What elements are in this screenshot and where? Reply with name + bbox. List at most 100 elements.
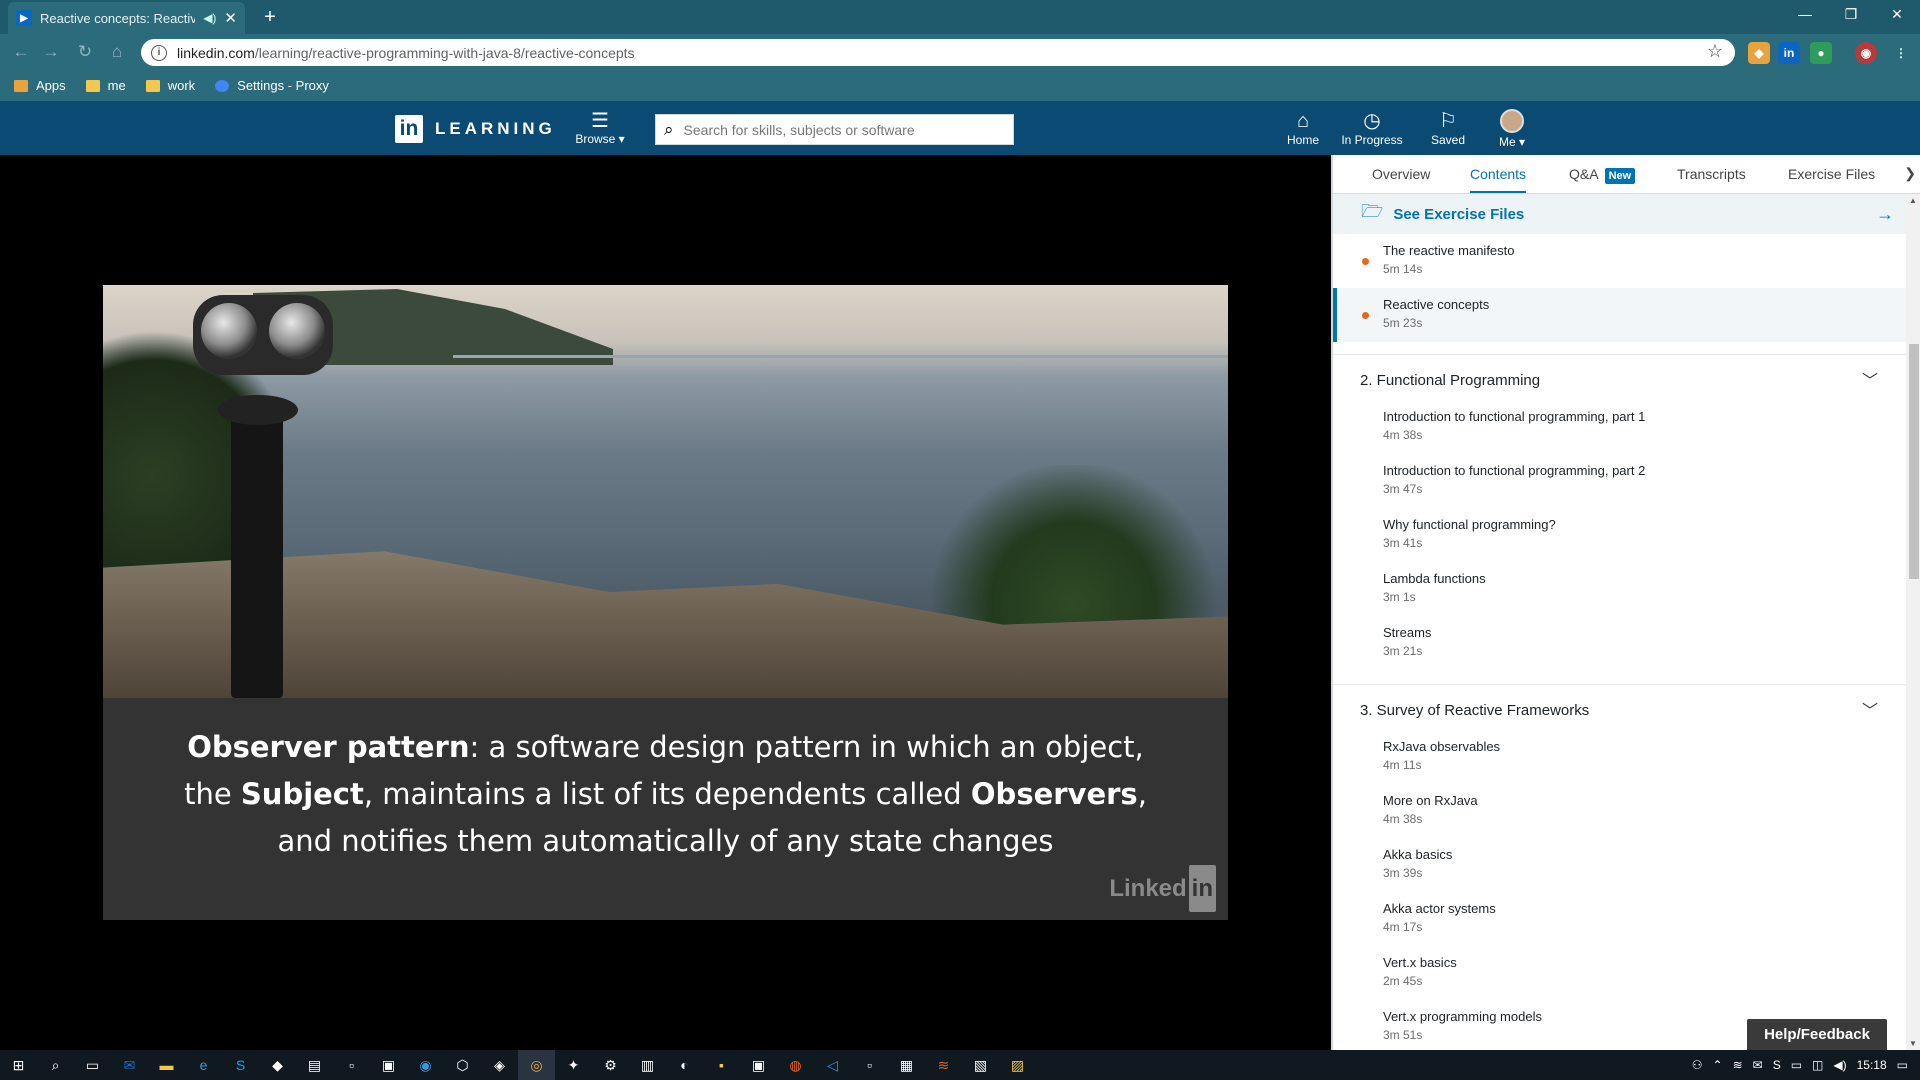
list-item-current[interactable]: Reactive concepts 5m 23s xyxy=(1333,288,1906,342)
nav-me[interactable]: Me ▾ xyxy=(1490,109,1534,149)
app-icon[interactable]: ⚙ xyxy=(592,1050,629,1080)
nav-in-progress[interactable]: ◷ In Progress xyxy=(1340,109,1404,147)
outlook-tray-icon[interactable]: ✉ xyxy=(1753,1058,1763,1072)
extension-icon[interactable]: ◆ xyxy=(1748,42,1770,64)
list-item[interactable]: Introduction to functional programming, … xyxy=(1333,400,1906,454)
app-icon[interactable]: ◍ xyxy=(777,1050,814,1080)
skype-tray-icon[interactable]: S xyxy=(1773,1058,1781,1072)
terminal-icon[interactable]: ▤ xyxy=(296,1050,333,1080)
item-title: Lambda functions xyxy=(1383,571,1486,586)
edge-icon[interactable]: e xyxy=(185,1050,222,1080)
sticky-notes-icon[interactable]: ▪ xyxy=(703,1050,740,1080)
scrollbar-thumb[interactable] xyxy=(1909,344,1919,579)
bookmark-star-icon[interactable]: ☆ xyxy=(1707,41,1723,62)
profile-extension-icon[interactable]: ◉ xyxy=(1855,42,1877,64)
list-item[interactable]: More on RxJava 4m 38s xyxy=(1333,784,1906,838)
list-item[interactable]: Introduction to functional programming, … xyxy=(1333,454,1906,508)
app-icon[interactable]: ✦ xyxy=(555,1050,592,1080)
new-tab-button[interactable]: + xyxy=(258,6,282,28)
chrome-icon[interactable]: ◎ xyxy=(518,1050,555,1080)
task-view-icon[interactable]: ▭ xyxy=(74,1050,111,1080)
battery-icon[interactable]: ▭ xyxy=(1791,1058,1802,1072)
taskbar-search-icon[interactable]: ⌕ xyxy=(37,1050,74,1080)
intellij-icon[interactable]: ▣ xyxy=(370,1050,407,1080)
list-item[interactable]: Vert.x basics 2m 45s xyxy=(1333,946,1906,1000)
app-icon[interactable]: ▫ xyxy=(851,1050,888,1080)
app-icon[interactable]: ◈ xyxy=(481,1050,518,1080)
menu-icon[interactable]: ⋮ xyxy=(1890,42,1912,64)
skype-icon[interactable]: S xyxy=(222,1050,259,1080)
extension-badge-icon[interactable]: ● xyxy=(1810,42,1832,64)
clock[interactable]: 15:18 xyxy=(1857,1058,1887,1072)
app-icon[interactable]: ▥ xyxy=(629,1050,666,1080)
volume-icon[interactable]: ◀) xyxy=(1833,1058,1846,1072)
minimize-icon[interactable]: — xyxy=(1782,0,1828,30)
section-header[interactable]: 2. Functional Programming ﹀ xyxy=(1333,354,1906,400)
app-icon[interactable]: ◉ xyxy=(407,1050,444,1080)
notifications-icon[interactable]: ▭ xyxy=(1897,1058,1908,1072)
app-icon[interactable]: ◆ xyxy=(259,1050,296,1080)
list-item[interactable]: RxJava observables 4m 11s xyxy=(1333,730,1906,784)
app-icon[interactable]: ⬡ xyxy=(444,1050,481,1080)
chevron-down-icon[interactable]: ﹀ xyxy=(1862,367,1878,391)
nav-saved[interactable]: ⚐ Saved xyxy=(1425,109,1471,147)
scrollbar[interactable]: ▲ ▼ xyxy=(1906,194,1920,1050)
outlook-icon[interactable]: ✉ xyxy=(111,1050,148,1080)
list-item[interactable]: Akka basics 3m 39s xyxy=(1333,838,1906,892)
list-item[interactable]: Streams 3m 21s xyxy=(1333,616,1906,670)
close-tab-icon[interactable]: ✕ xyxy=(224,9,237,27)
people-icon[interactable]: ⚇ xyxy=(1692,1058,1703,1072)
vscode-icon[interactable]: ◁ xyxy=(814,1050,851,1080)
nav-home[interactable]: ⌂ Home xyxy=(1278,109,1328,147)
reload-icon[interactable]: ↻ xyxy=(74,42,96,62)
tab-qa[interactable]: Q&A New xyxy=(1569,166,1636,184)
section-header[interactable]: 3. Survey of Reactive Frameworks ﹀ xyxy=(1333,684,1906,730)
app-icon[interactable]: ▣ xyxy=(740,1050,777,1080)
list-item[interactable]: Lambda functions 3m 1s xyxy=(1333,562,1906,616)
forward-icon[interactable]: → xyxy=(40,42,62,62)
bookmark-settings-proxy[interactable]: Settings - Proxy xyxy=(215,78,329,93)
tab-contents[interactable]: Contents xyxy=(1470,166,1527,193)
restore-icon[interactable]: ❐ xyxy=(1828,0,1874,30)
linkedin-learning-logo[interactable]: in LEARNING xyxy=(395,115,556,143)
video-player[interactable]: Observer pattern: a software design patt… xyxy=(103,285,1228,920)
bookmark-label: work xyxy=(167,78,196,93)
list-item[interactable]: Why functional programming? 3m 41s xyxy=(1333,508,1906,562)
scroll-up-icon[interactable]: ▲ xyxy=(1909,196,1917,205)
address-bar[interactable]: i linkedin.com/learning/reactive-program… xyxy=(141,39,1735,66)
horizon-shape xyxy=(453,355,1228,358)
home-browser-icon[interactable]: ⌂ xyxy=(106,42,128,62)
linkedin-extension-icon[interactable]: in xyxy=(1778,42,1800,64)
site-info-icon[interactable]: i xyxy=(151,44,167,61)
app-icon[interactable]: ▧ xyxy=(962,1050,999,1080)
list-item[interactable]: Akka actor systems 4m 17s xyxy=(1333,892,1906,946)
see-exercise-files-link[interactable]: 🗁 See Exercise Files → xyxy=(1333,194,1906,234)
audio-icon[interactable]: ◀) xyxy=(203,11,216,25)
network-icon[interactable]: ◫ xyxy=(1812,1058,1823,1072)
help-feedback-button[interactable]: Help/Feedback xyxy=(1747,1019,1887,1050)
file-explorer-icon[interactable]: ▬ xyxy=(148,1050,185,1080)
tab-overview[interactable]: Overview xyxy=(1372,166,1430,182)
window-close-icon[interactable]: ✕ xyxy=(1874,0,1920,30)
scroll-down-icon[interactable]: ▼ xyxy=(1909,1039,1917,1048)
app-icon[interactable]: ▫ xyxy=(333,1050,370,1080)
back-icon[interactable]: ← xyxy=(10,42,32,62)
app-icon[interactable]: ◐ xyxy=(666,1050,703,1080)
search-input[interactable]: ⌕ Search for skills, subjects or softwar… xyxy=(655,114,1014,145)
chevron-down-icon[interactable]: ﹀ xyxy=(1862,697,1878,721)
app-icon[interactable]: ▦ xyxy=(888,1050,925,1080)
tab-transcripts[interactable]: Transcripts xyxy=(1677,166,1746,182)
bookmark-me[interactable]: me xyxy=(85,78,126,93)
bookmark-apps[interactable]: Apps xyxy=(14,78,66,93)
notepad-icon[interactable]: ▨ xyxy=(999,1050,1036,1080)
tabs-next-icon[interactable]: ❯ xyxy=(1904,165,1916,182)
tab-exercise-files[interactable]: Exercise Files xyxy=(1788,166,1875,182)
tray-app-icon[interactable]: ≋ xyxy=(1733,1058,1743,1072)
list-item[interactable]: The reactive manifesto 5m 14s xyxy=(1333,234,1906,288)
chevron-up-icon[interactable]: ⌃ xyxy=(1713,1058,1723,1072)
windows-start-icon[interactable]: ⊞ xyxy=(0,1050,37,1080)
bookmark-work[interactable]: work xyxy=(145,78,196,93)
app-icon[interactable]: ≋ xyxy=(925,1050,962,1080)
browser-tab[interactable]: ▶ Reactive concepts: Reactive P ◀) ✕ xyxy=(8,2,245,34)
browse-button[interactable]: ☰ Browse ▾ xyxy=(570,110,630,146)
